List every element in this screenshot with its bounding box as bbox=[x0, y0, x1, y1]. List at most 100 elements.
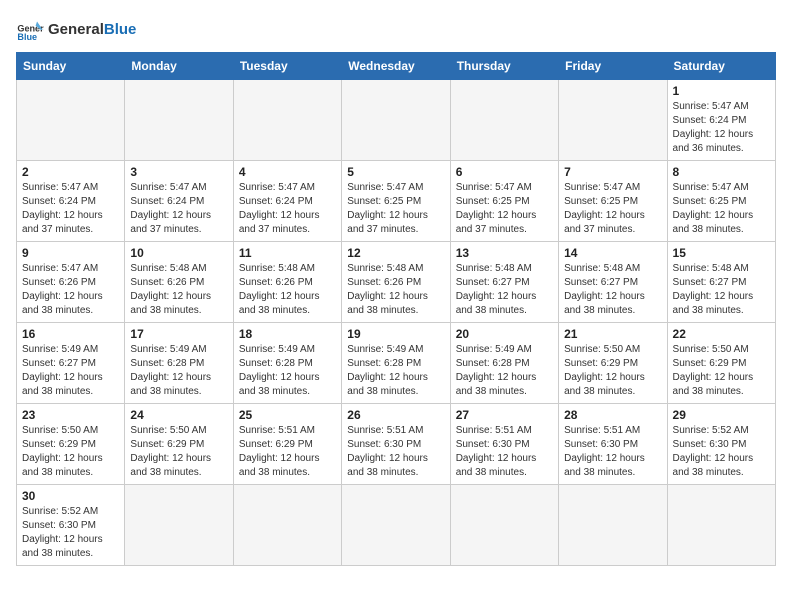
day-info: Sunrise: 5:49 AM Sunset: 6:27 PM Dayligh… bbox=[22, 343, 119, 399]
day-info: Sunrise: 5:47 AM Sunset: 6:25 PM Dayligh… bbox=[564, 181, 661, 237]
day-cell: 17 Sunrise: 5:49 AM Sunset: 6:28 PM Dayli… bbox=[125, 323, 233, 404]
weekday-header-sunday: Sunday bbox=[17, 53, 125, 80]
day-cell: 6 Sunrise: 5:47 AM Sunset: 6:25 PM Daylig… bbox=[450, 161, 558, 242]
weekday-header-friday: Friday bbox=[559, 53, 667, 80]
weekday-header-thursday: Thursday bbox=[450, 53, 558, 80]
day-info: Sunrise: 5:48 AM Sunset: 6:26 PM Dayligh… bbox=[347, 262, 444, 318]
page-header: General Blue General Blue bbox=[16, 16, 776, 44]
day-cell: 15 Sunrise: 5:48 AM Sunset: 6:27 PM Dayli… bbox=[667, 242, 775, 323]
day-number: 4 bbox=[239, 165, 336, 179]
day-cell: 5Sunrise: 5:47 AM Sunset: 6:25 PM Daylig… bbox=[342, 161, 450, 242]
day-number: 13 bbox=[456, 246, 553, 260]
day-cell: 13 Sunrise: 5:48 AM Sunset: 6:27 PM Dayli… bbox=[450, 242, 558, 323]
logo-general: General bbox=[48, 21, 104, 38]
day-cell bbox=[450, 80, 558, 161]
weekday-header-monday: Monday bbox=[125, 53, 233, 80]
day-cell: 30Sunrise: 5:52 AM Sunset: 6:30 PM Dayli… bbox=[17, 485, 125, 566]
week-row-3: 9Sunrise: 5:47 AM Sunset: 6:26 PM Daylig… bbox=[17, 242, 776, 323]
day-cell: 20 Sunrise: 5:49 AM Sunset: 6:28 PM Dayli… bbox=[450, 323, 558, 404]
day-cell: 26 Sunrise: 5:51 AM Sunset: 6:30 PM Dayli… bbox=[342, 404, 450, 485]
day-number: 12 bbox=[347, 246, 444, 260]
day-number: 7 bbox=[564, 165, 661, 179]
weekday-header-row: SundayMondayTuesdayWednesdayThursdayFrid… bbox=[17, 53, 776, 80]
day-cell: 29 Sunrise: 5:52 AM Sunset: 6:30 PM Dayli… bbox=[667, 404, 775, 485]
day-info: Sunrise: 5:49 AM Sunset: 6:28 PM Dayligh… bbox=[456, 343, 553, 399]
day-number: 8 bbox=[673, 165, 770, 179]
day-number: 9 bbox=[22, 246, 119, 260]
day-number: 21 bbox=[564, 327, 661, 341]
day-cell: 7 Sunrise: 5:47 AM Sunset: 6:25 PM Daylig… bbox=[559, 161, 667, 242]
weekday-header-tuesday: Tuesday bbox=[233, 53, 341, 80]
day-cell: 16 Sunrise: 5:49 AM Sunset: 6:27 PM Dayli… bbox=[17, 323, 125, 404]
day-info: Sunrise: 5:49 AM Sunset: 6:28 PM Dayligh… bbox=[130, 343, 227, 399]
day-cell bbox=[559, 80, 667, 161]
logo: General Blue General Blue bbox=[16, 16, 136, 44]
day-number: 18 bbox=[239, 327, 336, 341]
day-number: 16 bbox=[22, 327, 119, 341]
day-info: Sunrise: 5:47 AM Sunset: 6:24 PM Dayligh… bbox=[239, 181, 336, 237]
day-cell bbox=[17, 80, 125, 161]
day-cell bbox=[667, 485, 775, 566]
day-cell: 14 Sunrise: 5:48 AM Sunset: 6:27 PM Dayli… bbox=[559, 242, 667, 323]
day-info: Sunrise: 5:49 AM Sunset: 6:28 PM Dayligh… bbox=[347, 343, 444, 399]
day-number: 3 bbox=[130, 165, 227, 179]
day-cell bbox=[342, 485, 450, 566]
day-info: Sunrise: 5:51 AM Sunset: 6:30 PM Dayligh… bbox=[564, 424, 661, 480]
day-number: 27 bbox=[456, 408, 553, 422]
day-info: Sunrise: 5:47 AM Sunset: 6:24 PM Dayligh… bbox=[22, 181, 119, 237]
day-number: 15 bbox=[673, 246, 770, 260]
day-number: 24 bbox=[130, 408, 227, 422]
day-cell: 1Sunrise: 5:47 AM Sunset: 6:24 PM Daylig… bbox=[667, 80, 775, 161]
day-number: 5 bbox=[347, 165, 444, 179]
day-info: Sunrise: 5:47 AM Sunset: 6:25 PM Dayligh… bbox=[456, 181, 553, 237]
weekday-header-saturday: Saturday bbox=[667, 53, 775, 80]
day-info: Sunrise: 5:50 AM Sunset: 6:29 PM Dayligh… bbox=[130, 424, 227, 480]
day-cell: 4 Sunrise: 5:47 AM Sunset: 6:24 PM Daylig… bbox=[233, 161, 341, 242]
day-info: Sunrise: 5:47 AM Sunset: 6:24 PM Dayligh… bbox=[673, 100, 770, 156]
week-row-4: 16 Sunrise: 5:49 AM Sunset: 6:27 PM Dayli… bbox=[17, 323, 776, 404]
day-cell bbox=[342, 80, 450, 161]
week-row-2: 2Sunrise: 5:47 AM Sunset: 6:24 PM Daylig… bbox=[17, 161, 776, 242]
day-info: Sunrise: 5:48 AM Sunset: 6:27 PM Dayligh… bbox=[673, 262, 770, 318]
day-number: 25 bbox=[239, 408, 336, 422]
day-info: Sunrise: 5:52 AM Sunset: 6:30 PM Dayligh… bbox=[673, 424, 770, 480]
day-number: 17 bbox=[130, 327, 227, 341]
day-cell bbox=[125, 80, 233, 161]
day-number: 11 bbox=[239, 246, 336, 260]
day-number: 20 bbox=[456, 327, 553, 341]
day-info: Sunrise: 5:48 AM Sunset: 6:27 PM Dayligh… bbox=[564, 262, 661, 318]
day-cell: 18 Sunrise: 5:49 AM Sunset: 6:28 PM Dayli… bbox=[233, 323, 341, 404]
day-cell: 28Sunrise: 5:51 AM Sunset: 6:30 PM Dayli… bbox=[559, 404, 667, 485]
day-cell: 23 Sunrise: 5:50 AM Sunset: 6:29 PM Dayli… bbox=[17, 404, 125, 485]
day-cell: 8 Sunrise: 5:47 AM Sunset: 6:25 PM Daylig… bbox=[667, 161, 775, 242]
day-info: Sunrise: 5:48 AM Sunset: 6:26 PM Dayligh… bbox=[130, 262, 227, 318]
week-row-5: 23 Sunrise: 5:50 AM Sunset: 6:29 PM Dayli… bbox=[17, 404, 776, 485]
week-row-6: 30Sunrise: 5:52 AM Sunset: 6:30 PM Dayli… bbox=[17, 485, 776, 566]
day-info: Sunrise: 5:50 AM Sunset: 6:29 PM Dayligh… bbox=[673, 343, 770, 399]
day-cell bbox=[125, 485, 233, 566]
day-number: 14 bbox=[564, 246, 661, 260]
day-info: Sunrise: 5:49 AM Sunset: 6:28 PM Dayligh… bbox=[239, 343, 336, 399]
day-cell: 3Sunrise: 5:47 AM Sunset: 6:24 PM Daylig… bbox=[125, 161, 233, 242]
day-info: Sunrise: 5:48 AM Sunset: 6:26 PM Dayligh… bbox=[239, 262, 336, 318]
day-cell: 2Sunrise: 5:47 AM Sunset: 6:24 PM Daylig… bbox=[17, 161, 125, 242]
day-number: 23 bbox=[22, 408, 119, 422]
day-number: 29 bbox=[673, 408, 770, 422]
day-cell bbox=[559, 485, 667, 566]
day-cell: 24 Sunrise: 5:50 AM Sunset: 6:29 PM Dayli… bbox=[125, 404, 233, 485]
day-number: 10 bbox=[130, 246, 227, 260]
day-cell: 22Sunrise: 5:50 AM Sunset: 6:29 PM Dayli… bbox=[667, 323, 775, 404]
day-info: Sunrise: 5:50 AM Sunset: 6:29 PM Dayligh… bbox=[22, 424, 119, 480]
week-row-1: 1Sunrise: 5:47 AM Sunset: 6:24 PM Daylig… bbox=[17, 80, 776, 161]
day-info: Sunrise: 5:48 AM Sunset: 6:27 PM Dayligh… bbox=[456, 262, 553, 318]
day-cell: 21Sunrise: 5:50 AM Sunset: 6:29 PM Dayli… bbox=[559, 323, 667, 404]
day-cell: 27Sunrise: 5:51 AM Sunset: 6:30 PM Dayli… bbox=[450, 404, 558, 485]
day-cell bbox=[450, 485, 558, 566]
day-info: Sunrise: 5:51 AM Sunset: 6:30 PM Dayligh… bbox=[347, 424, 444, 480]
day-number: 6 bbox=[456, 165, 553, 179]
day-number: 26 bbox=[347, 408, 444, 422]
logo-icon: General Blue bbox=[16, 16, 44, 44]
day-info: Sunrise: 5:47 AM Sunset: 6:25 PM Dayligh… bbox=[673, 181, 770, 237]
svg-text:Blue: Blue bbox=[17, 32, 37, 42]
day-number: 19 bbox=[347, 327, 444, 341]
